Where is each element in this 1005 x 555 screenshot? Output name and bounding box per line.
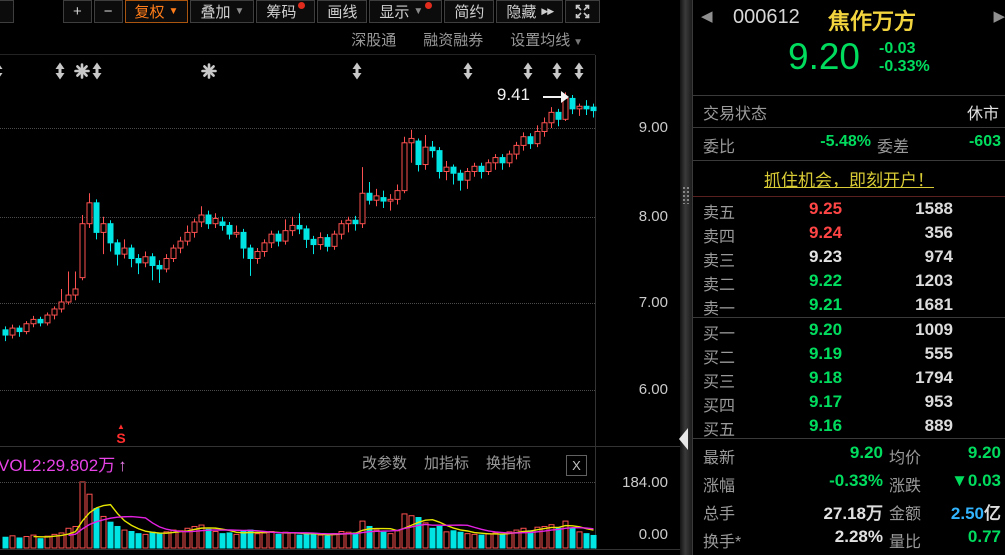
order-volume: 889: [853, 416, 953, 436]
weicha-value: -603: [969, 133, 1001, 151]
collapse-arrow-icon[interactable]: [679, 428, 688, 450]
price-change: -0.03 -0.33%: [879, 40, 930, 76]
stats-row: 涨幅-0.33%涨跌▼0.03: [693, 467, 1005, 495]
status-label: 交易状态: [703, 100, 767, 124]
quote-panel: ◀ 000612 焦作万方 ▶ 9.20 -0.03 -0.33% 交易状态 休…: [692, 0, 1005, 555]
volume-up-arrow: ↑: [118, 456, 127, 475]
order-volume: 953: [853, 392, 953, 412]
change-percent: -0.33%: [879, 58, 930, 76]
order-volume: 974: [853, 247, 953, 267]
order-book: 卖五9.251588卖四9.24356卖三9.23974卖二9.221203卖一…: [693, 197, 1005, 438]
order-level-label: 卖五: [703, 199, 735, 223]
order-book-row[interactable]: 卖三9.23974: [693, 245, 1005, 269]
order-level-label: 买三: [703, 368, 735, 392]
stat-value: 2.28%: [748, 527, 883, 547]
order-volume: 555: [853, 344, 953, 364]
stock-app-window: +−复权▼叠加▼筹码画线显示▼简约隐藏▶▶ 深股通融资融券设置均线 ▼ 9.00…: [0, 0, 1005, 555]
volume-gridline: [0, 482, 595, 483]
order-volume: 1588: [853, 199, 953, 219]
sell-signal-marker: ▲ S: [110, 423, 132, 445]
stat-value: 2.50亿: [915, 499, 1001, 524]
stats-row: 最新9.20均价9.20: [693, 439, 1005, 467]
volume-links: 改参数加指标换指标: [362, 452, 531, 473]
splitter-grip[interactable]: [682, 186, 691, 204]
stat-value: 9.20: [915, 443, 1001, 463]
stat-label: 涨幅: [703, 472, 735, 496]
last-price: 9.20: [788, 36, 860, 78]
order-book-row[interactable]: 卖一9.211681: [693, 293, 1005, 317]
weibi-value: -5.48%: [751, 133, 871, 151]
panel-splitter[interactable]: [680, 0, 692, 555]
volume-axis-label: 184.00: [598, 474, 668, 491]
order-book-row[interactable]: 买二9.19555: [693, 342, 1005, 366]
order-book-row[interactable]: 卖四9.24356: [693, 221, 1005, 245]
order-level-label: 买五: [703, 416, 735, 440]
order-book-row[interactable]: 买五9.16889: [693, 414, 1005, 438]
stat-value: 0.77: [915, 527, 1001, 547]
prev-stock-arrow-icon[interactable]: ◀: [701, 7, 713, 25]
annotation-arrow: [543, 96, 563, 98]
stock-code: 000612: [733, 6, 800, 29]
stats-grid: 最新9.20均价9.20涨幅-0.33%涨跌▼0.03总手27.18万金额2.5…: [693, 438, 1005, 555]
order-level-label: 卖三: [703, 247, 735, 271]
stat-value: 9.20: [748, 443, 883, 463]
order-book-row[interactable]: 买一9.201009: [693, 318, 1005, 342]
stats-row: 最高9.24最低9.16: [693, 551, 1005, 555]
change-value: -0.03: [879, 40, 930, 58]
order-book-row[interactable]: 卖二9.221203: [693, 269, 1005, 293]
next-stock-arrow-icon[interactable]: ▶: [993, 7, 1005, 25]
order-level-label: 卖四: [703, 223, 735, 247]
order-volume: 1681: [853, 295, 953, 315]
annotation-arrow-head: [561, 91, 569, 103]
stats-row: 换手*2.28%量比0.77: [693, 523, 1005, 551]
status-value: 休市: [967, 100, 999, 124]
order-level-label: 卖一: [703, 295, 735, 319]
order-book-row[interactable]: 买三9.181794: [693, 366, 1005, 390]
volume-indicator-label[interactable]: VOL2:29.802万↑: [0, 451, 127, 476]
stat-label: 最新: [703, 444, 735, 468]
order-book-row[interactable]: 买四9.17953: [693, 390, 1005, 414]
volume-close-button[interactable]: X: [566, 455, 587, 476]
ad-banner: 抓住机会，即刻开户！: [693, 160, 1005, 197]
stats-row: 总手27.18万金额2.50亿: [693, 495, 1005, 523]
stock-name: 焦作万方: [828, 4, 916, 36]
volume-axis-label: 0.00: [598, 526, 668, 543]
stat-label: 换手*: [703, 528, 741, 552]
vol-link-params[interactable]: 改参数: [362, 452, 407, 473]
weicha-label: 委差: [877, 133, 909, 157]
order-volume: 356: [853, 223, 953, 243]
order-level-label: 卖二: [703, 271, 735, 295]
order-volume: 1009: [853, 320, 953, 340]
open-account-ad-link[interactable]: 抓住机会，即刻开户！: [764, 166, 934, 191]
weibi-label: 委比: [703, 133, 735, 157]
stat-value: ▼0.03: [915, 471, 1001, 491]
order-book-row[interactable]: 卖五9.251588: [693, 197, 1005, 221]
vol-link-switch-indicator[interactable]: 换指标: [486, 452, 531, 473]
order-level-label: 买一: [703, 320, 735, 344]
order-level-label: 买四: [703, 392, 735, 416]
stat-value: 27.18万: [748, 499, 883, 524]
order-volume: 1203: [853, 271, 953, 291]
order-volume: 1794: [853, 368, 953, 388]
stat-label: 总手: [703, 500, 735, 524]
vol-link-add-indicator[interactable]: 加指标: [424, 452, 469, 473]
price-annotation: 9.41: [468, 85, 530, 105]
order-level-label: 买二: [703, 344, 735, 368]
stat-value: -0.33%: [748, 471, 883, 491]
